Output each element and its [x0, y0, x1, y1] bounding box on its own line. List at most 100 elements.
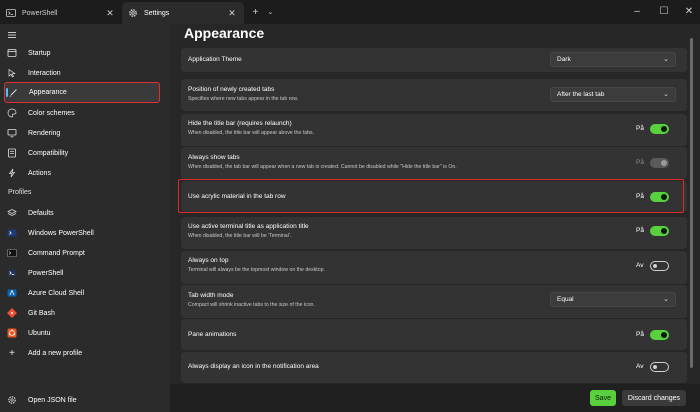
close-tab-icon[interactable]: ✕	[104, 7, 116, 19]
setting-active-terminal-title: Use active terminal title as application…	[181, 217, 687, 249]
theme-dropdown[interactable]: Dark ⌄	[550, 52, 676, 67]
setting-hide-title-bar: Hide the title bar (requires relaunch) W…	[181, 114, 687, 146]
sidebar-item-label: Rendering	[28, 129, 61, 137]
dropdown-value: After the last tab	[557, 91, 605, 98]
tab-width-dropdown[interactable]: Equal ⌄	[550, 292, 676, 307]
tab-position-dropdown[interactable]: After the last tab ⌄	[550, 87, 676, 102]
toggle-state-label: Av	[636, 363, 644, 370]
sidebar-item-windows-powershell[interactable]: Windows PowerShell	[4, 223, 160, 243]
setting-title: Position of newly created tabs	[188, 86, 275, 93]
close-window-button[interactable]: ✕	[680, 3, 698, 19]
active-terminal-title-toggle[interactable]	[650, 226, 669, 236]
sidebar-item-defaults[interactable]: Defaults	[4, 203, 160, 223]
discard-changes-button[interactable]: Discard changes	[622, 390, 686, 406]
setting-title: Tab width mode	[188, 292, 234, 299]
monitor-icon	[7, 128, 17, 138]
hamburger-icon[interactable]	[6, 28, 18, 40]
sidebar-item-startup[interactable]: Startup	[4, 43, 160, 63]
sidebar-item-command-prompt[interactable]: Command Prompt	[4, 243, 160, 263]
tab-label: Settings	[144, 9, 170, 17]
setting-title: Hide the title bar (requires relaunch)	[188, 120, 292, 127]
close-tab-icon[interactable]: ✕	[226, 7, 238, 19]
setting-tab-width-mode: Tab width mode Compact will shrink inact…	[181, 285, 687, 318]
setting-description: Terminal will always be the topmost wind…	[188, 267, 325, 273]
plus-icon[interactable]: +	[253, 7, 259, 18]
setting-title: Always show tabs	[188, 154, 240, 161]
sidebar-item-label: Add a new profile	[28, 349, 83, 357]
sidebar-item-label: Appearance	[29, 89, 67, 96]
scrollbar-thumb[interactable]	[690, 38, 693, 368]
chevron-down-icon: ⌄	[663, 91, 669, 98]
always-on-top-toggle[interactable]	[650, 261, 669, 271]
sidebar-item-color-schemes[interactable]: Color schemes	[4, 103, 160, 123]
chevron-down-icon[interactable]: ⌄	[268, 8, 274, 16]
setting-title: Always on top	[188, 257, 229, 264]
hide-title-bar-toggle[interactable]	[650, 124, 669, 134]
toggle-state-label: På	[636, 125, 644, 132]
powershell-icon	[7, 268, 17, 278]
setting-description: When disabled, the title bar will be 'Te…	[188, 233, 292, 239]
page-title: Appearance	[184, 25, 265, 41]
setting-title: Application Theme	[188, 56, 242, 63]
setting-pane-animations: Pane animations På	[181, 319, 687, 350]
sidebar-item-rendering[interactable]: Rendering	[4, 123, 160, 143]
dropdown-value: Dark	[557, 56, 571, 63]
setting-description: When disabled, the title bar will appear…	[188, 130, 315, 136]
setting-description: Compact will shrink inactive tabs to the…	[188, 302, 315, 308]
powershell-icon	[6, 8, 16, 18]
command-prompt-icon	[7, 248, 17, 258]
sidebar-item-git-bash[interactable]: Git Bash	[4, 303, 160, 323]
windows-powershell-icon	[7, 228, 17, 238]
tab-powershell[interactable]: PowerShell ✕	[0, 2, 122, 24]
sidebar-item-label: Actions	[28, 169, 51, 177]
sidebar-item-interaction[interactable]: Interaction	[4, 63, 160, 83]
sidebar-item-ubuntu[interactable]: Ubuntu	[4, 323, 160, 343]
always-show-tabs-toggle	[650, 158, 669, 168]
tab-settings[interactable]: Settings ✕	[122, 2, 244, 24]
highlight-box	[178, 179, 684, 213]
toggle-state-label: På	[636, 227, 644, 234]
sidebar-item-compatibility[interactable]: Compatibility	[4, 143, 160, 163]
ubuntu-icon	[7, 328, 17, 338]
sidebar-item-label: Command Prompt	[28, 249, 85, 257]
sidebar-item-label: Git Bash	[28, 309, 55, 317]
compatibility-icon	[7, 148, 17, 158]
setting-title: Pane animations	[188, 331, 237, 338]
minimize-button[interactable]: –	[628, 3, 646, 19]
footer-bar: Save Discard changes	[170, 384, 700, 412]
sidebar-item-actions[interactable]: Actions	[4, 163, 160, 183]
sidebar-item-appearance[interactable]: Appearance	[4, 82, 160, 103]
sidebar: Startup Interaction Appearance Color sch…	[0, 24, 170, 412]
pane-animations-toggle[interactable]	[650, 330, 669, 340]
palette-icon	[7, 108, 17, 118]
profiles-header: Profiles	[8, 189, 32, 196]
layers-icon	[7, 208, 17, 218]
open-json-button[interactable]: Open JSON file	[4, 390, 160, 410]
notification-icon-toggle[interactable]	[650, 362, 669, 372]
startup-icon	[7, 48, 17, 58]
settings-panel: Appearance Application Theme Dark ⌄ Posi…	[170, 24, 700, 412]
sidebar-item-label: PowerShell	[28, 269, 64, 277]
git-icon	[7, 308, 17, 318]
sidebar-item-label: Color schemes	[28, 109, 75, 117]
sidebar-item-label: Azure Cloud Shell	[28, 289, 85, 297]
sidebar-item-azure-cloud-shell[interactable]: Azure Cloud Shell	[4, 283, 160, 303]
sidebar-item-label: Defaults	[28, 209, 54, 217]
maximize-button[interactable]: ☐	[655, 3, 673, 19]
sidebar-item-powershell[interactable]: PowerShell	[4, 263, 160, 283]
new-tab-button[interactable]: + ⌄	[248, 5, 278, 19]
toggle-state-label: Av	[636, 262, 644, 269]
scrollbar[interactable]	[689, 28, 695, 380]
sidebar-item-add-profile[interactable]: + Add a new profile	[4, 343, 160, 363]
setting-always-show-tabs: Always show tabs When disabled, the tab …	[181, 147, 687, 180]
azure-icon	[7, 288, 17, 298]
brush-icon	[8, 88, 18, 98]
sidebar-item-label: Startup	[28, 49, 51, 57]
chevron-down-icon: ⌄	[663, 296, 669, 303]
dropdown-value: Equal	[557, 296, 574, 303]
setting-application-theme: Application Theme Dark ⌄	[181, 48, 687, 72]
chevron-down-icon: ⌄	[663, 56, 669, 63]
sidebar-item-label: Interaction	[28, 69, 61, 77]
gear-icon	[128, 8, 138, 18]
save-button[interactable]: Save	[590, 390, 616, 406]
